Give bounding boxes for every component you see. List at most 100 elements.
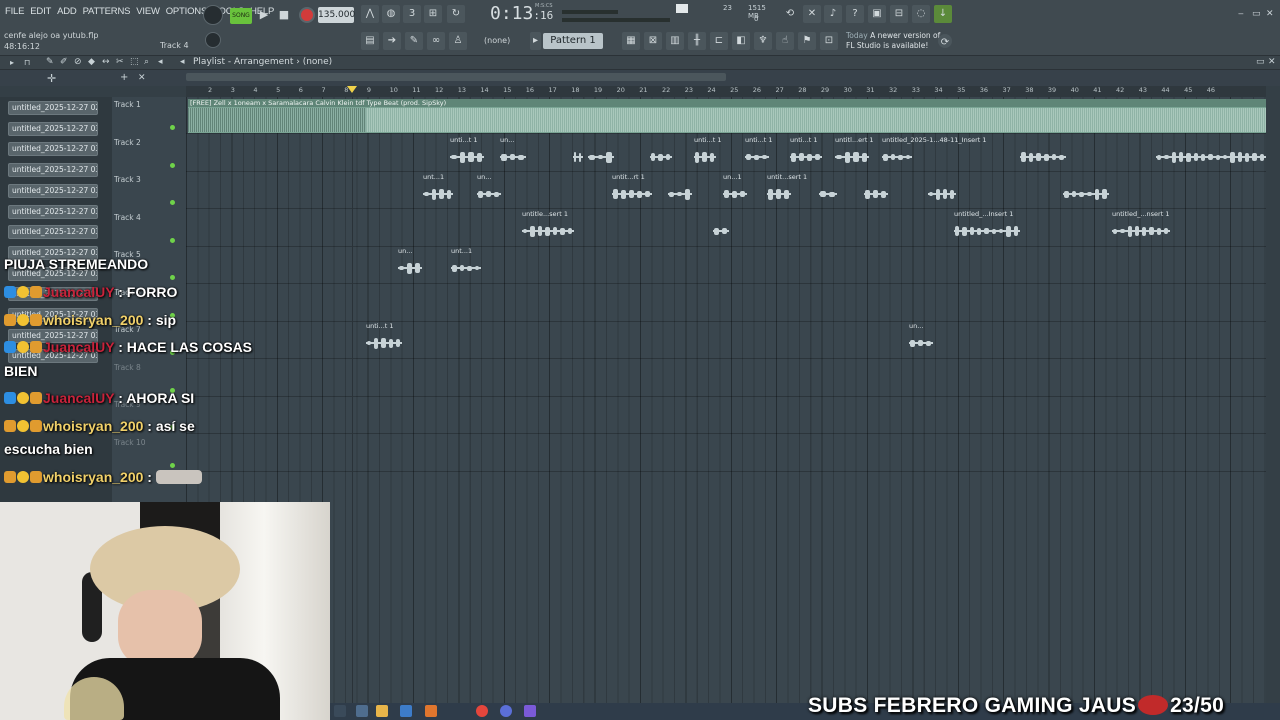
track-label[interactable]: Track 8 (112, 363, 186, 372)
audio-clip[interactable] (573, 136, 583, 170)
step-edit-icon[interactable]: ⊞ (424, 5, 442, 23)
pattern-arrow-icon[interactable]: ▸ (530, 32, 541, 50)
tempo-tap-icon[interactable]: ⚑ (798, 32, 816, 50)
audio-clip[interactable]: unti...t 1 (694, 136, 722, 170)
add-track-icon[interactable]: + (120, 72, 128, 83)
play-icon[interactable]: ▶ (255, 6, 273, 24)
track-mute-led[interactable] (170, 200, 175, 205)
audio-clip[interactable]: unti...t 1 (366, 322, 402, 356)
snap-icon[interactable]: ⊓ (24, 58, 30, 67)
channel-rack-icon[interactable]: ⊠ (644, 32, 662, 50)
audio-clip[interactable] (1020, 136, 1066, 170)
audio-clip[interactable]: untitl...ert 1 (835, 136, 874, 170)
audio-clip[interactable] (650, 136, 672, 170)
audio-clip[interactable]: untitle...sert 1 (522, 210, 574, 244)
playlist-menu-icon[interactable]: ▸ (10, 58, 14, 67)
taskbar-discord-icon[interactable] (500, 705, 512, 717)
channel-button[interactable]: untitled_2025-12-27 03-... (8, 183, 98, 198)
track-label[interactable]: Track 3 (112, 175, 186, 184)
microphone-icon[interactable]: ♪ (824, 5, 842, 23)
channel-button[interactable]: untitled_2025-12-27 03-... (8, 121, 98, 136)
channel-button[interactable]: untitled_2025-12-27 03-... (8, 142, 98, 157)
record-button[interactable] (299, 7, 315, 23)
playlist-icon[interactable]: ▦ (622, 32, 640, 50)
stamp-icon[interactable]: ♙ (449, 32, 467, 50)
link-icon[interactable]: ∞ (427, 32, 445, 50)
slip-tool-icon[interactable]: ↔ (102, 57, 110, 67)
taskbar-fl-studio-icon[interactable] (425, 705, 437, 717)
mixer-icon[interactable]: ✕ (803, 5, 821, 23)
audio-clip[interactable]: un...1 (723, 173, 747, 207)
horizontal-scrollbar[interactable] (186, 73, 726, 81)
pattern-selector[interactable]: Pattern 1 (543, 33, 603, 49)
maximize-icon[interactable]: ▭ (1252, 9, 1261, 19)
song-mode-button[interactable]: SONG (230, 8, 252, 24)
menu-options[interactable]: OPTIONS (165, 6, 208, 17)
audio-clip[interactable] (713, 210, 729, 244)
undo-icon[interactable]: ⟲ (781, 5, 799, 23)
audio-clip[interactable] (864, 173, 888, 207)
delete-tool-icon[interactable]: ⊘ (74, 57, 82, 67)
piano-roll-icon[interactable]: ▤ (361, 32, 379, 50)
download-icon[interactable]: ↓ (934, 5, 952, 23)
track-mute-led[interactable] (170, 125, 175, 130)
audio-clip[interactable] (588, 136, 614, 170)
plugin-icon[interactable]: ⊟ (890, 5, 908, 23)
main-beat-clip[interactable]: [FREE] Zell x 1oneam x Saramalacara Calv… (188, 99, 1266, 133)
pattern-selector-none[interactable]: (none) (484, 36, 510, 45)
track-lane[interactable] (186, 285, 1266, 322)
track-label[interactable]: Track 1 (112, 100, 186, 109)
menu-view[interactable]: VIEW (135, 6, 160, 17)
taskbar-search-icon[interactable] (334, 705, 346, 717)
playlist-close-icon[interactable]: ✕ (1268, 57, 1276, 67)
track-lane[interactable] (186, 135, 1266, 172)
chat-icon[interactable]: ◌ (912, 5, 930, 23)
channel-button[interactable]: untitled_2025-12-27 03-... (8, 163, 98, 178)
taskbar-explorer-icon[interactable] (376, 705, 388, 717)
audio-clip[interactable] (1063, 173, 1109, 207)
track-lane[interactable] (186, 435, 1266, 472)
plug-icon[interactable]: ♆ (754, 32, 772, 50)
delete-track-icon[interactable]: ✕ (138, 73, 146, 83)
master-volume-knob[interactable] (203, 5, 223, 25)
menu-edit[interactable]: EDIT (29, 6, 52, 17)
playback-tool-icon[interactable]: ◂ (158, 57, 163, 67)
add-channel-icon[interactable]: ✛ (47, 72, 56, 85)
wait-input-icon[interactable]: ◍ (382, 5, 400, 23)
select-tool-icon[interactable]: ⬚ (130, 57, 139, 67)
loop-record-icon[interactable]: ↻ (447, 5, 465, 23)
taskbar-store-icon[interactable] (400, 705, 412, 717)
track-mute-led[interactable] (170, 237, 175, 243)
track-mute-led[interactable] (170, 162, 175, 168)
audio-clip[interactable]: untitled_2025-1...48-11_Insert 1 (882, 136, 987, 170)
audio-clip[interactable] (928, 173, 956, 207)
channel-button[interactable]: untitled_2025-12-27 03-... (8, 204, 98, 219)
close-icon[interactable]: ✕ (1266, 9, 1274, 19)
audio-clip[interactable]: unt...1 (423, 173, 453, 207)
audio-clip[interactable]: untit...rt 1 (612, 173, 652, 207)
track-lane[interactable] (186, 397, 1266, 434)
playlist-arrow-icon[interactable]: ◂ (180, 57, 185, 67)
audio-clip[interactable]: unti...t 1 (745, 136, 773, 170)
audio-clip[interactable] (668, 173, 692, 207)
touch-icon[interactable]: ☝ (776, 32, 794, 50)
channel-button[interactable]: untitled_2025-12-27 02-... (8, 101, 98, 115)
channel-button[interactable]: untitled_2025-12-27 03-... (8, 225, 98, 240)
master-pitch-knob[interactable] (205, 32, 221, 48)
audio-clip[interactable]: untitled_...Insert 1 (954, 210, 1020, 244)
track-mute-led[interactable] (170, 275, 175, 280)
taskbar-twitch-icon[interactable] (524, 705, 536, 717)
paint-tool-icon[interactable]: ✐ (60, 57, 68, 67)
piano-icon[interactable]: ╫ (688, 32, 706, 50)
save-icon[interactable]: ▣ (868, 5, 886, 23)
zoom-tool-icon[interactable]: ⌕ (144, 57, 149, 67)
arrow-icon[interactable]: ➔ (383, 32, 401, 50)
tempo-display[interactable]: 135.000 (318, 7, 355, 23)
track-lane[interactable] (186, 247, 1266, 284)
audio-clip[interactable]: unti...t 1 (450, 136, 484, 170)
mixer-view-icon[interactable]: ▥ (666, 32, 684, 50)
menu-patterns[interactable]: PATTERNS (82, 6, 132, 17)
audio-clip[interactable]: un... (398, 247, 422, 281)
track-label[interactable]: Track 10 (112, 438, 186, 447)
audio-clip[interactable]: unti...t 1 (790, 136, 822, 170)
